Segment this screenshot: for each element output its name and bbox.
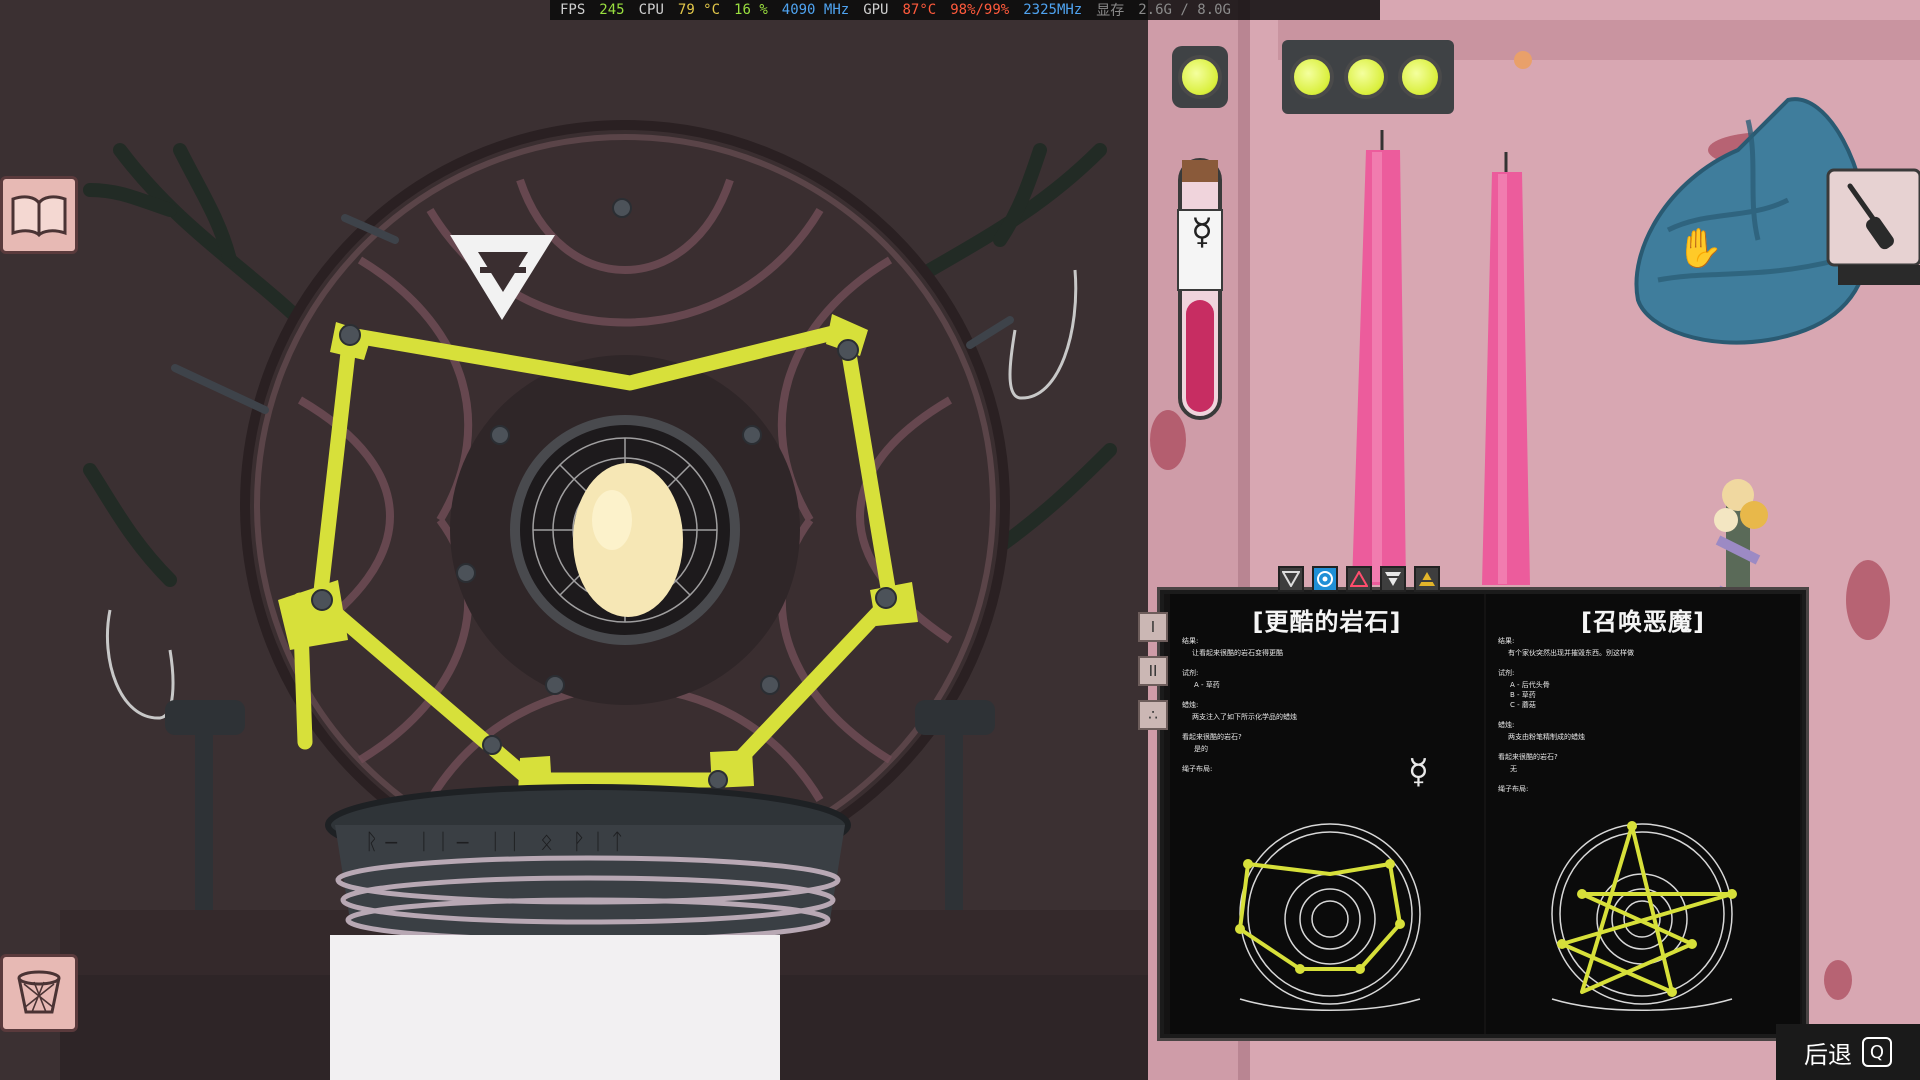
rope-layout-diagram-left (1235, 823, 1421, 1011)
cpu-usage: 16 % (734, 2, 768, 18)
rope-label: 绳子布局: (1498, 785, 1529, 793)
vram-label: 显存 (1096, 3, 1125, 19)
cool-rock-label: 看起来很酷的岩石? (1498, 753, 1558, 761)
book-tab-1[interactable]: I (1138, 612, 1168, 642)
fps-value: 245 (599, 2, 625, 18)
candles-text: 两支注入了如下所示化学品的蜡烛 (1192, 713, 1297, 721)
reagent-item: B - 草药 (1510, 691, 1536, 699)
performance-overlay: FPS 245 CPU 79 °C 16 % 4090 MHz GPU 87°C… (550, 0, 1380, 20)
recipe-title-left: [更酷的岩石] (1252, 608, 1402, 636)
candles-label: 蜡烛: (1498, 721, 1515, 729)
cool-rock-value: 是的 (1194, 745, 1208, 753)
indicator-light-1 (1178, 55, 1222, 99)
mercury-symbol-icon: ☿ (1190, 212, 1214, 253)
open-recipe-book-button[interactable] (0, 176, 78, 254)
element-tabs (1278, 566, 1440, 592)
reagents-label: 试剂: (1182, 669, 1199, 677)
cool-rock-value: 无 (1510, 765, 1517, 773)
earth-icon[interactable] (1312, 566, 1338, 592)
air-icon[interactable] (1380, 566, 1406, 592)
ritual-scene: ᚱ‒ ᛁᛁ‒ ᛁᛁ ᛟ ᚹᛁᛏ (0, 0, 1148, 1080)
rope-layout-diagram-right (1551, 821, 1737, 1011)
rope-label: 绳子布局: (1182, 765, 1213, 773)
book-side-tabs: I II ∴ (1138, 612, 1168, 730)
candles-label: 蜡烛: (1182, 701, 1199, 709)
mercury-symbol-icon: ☿ (1408, 752, 1429, 792)
aether-icon[interactable] (1414, 566, 1440, 592)
result-label: 结果: (1498, 637, 1515, 645)
gpu-label: GPU (863, 2, 889, 18)
result-text: 有个家伙突然出现并摧毁东西。别这样做 (1508, 649, 1634, 657)
result-label: 结果: (1182, 637, 1199, 645)
pedestal (330, 935, 780, 1080)
trash-button[interactable] (0, 954, 78, 1032)
recipe-title-right: [召唤恶魔] (1581, 608, 1705, 636)
reagent-item: A - 草药 (1194, 681, 1220, 689)
recipe-page-right: [召唤恶魔] 结果: 有个家伙突然出现并摧毁东西。别这样做 试剂: A - 后代… (1486, 594, 1800, 1034)
cpu-label: CPU (638, 2, 664, 18)
reagent-item: C - 蘑菇 (1510, 701, 1536, 709)
glowing-egg[interactable] (573, 463, 683, 617)
open-book-icon (11, 195, 67, 237)
indicator-light-2 (1290, 55, 1334, 99)
cool-rock-label: 看起来很酷的岩石? (1182, 733, 1242, 741)
back-key-hint: Q (1862, 1037, 1892, 1067)
cpu-temp: 79 °C (677, 2, 721, 18)
gpu-temp: 87°C (902, 2, 937, 18)
back-button[interactable]: 后退 Q (1776, 1024, 1920, 1080)
waste-basket-icon (17, 970, 61, 1014)
rune-text: ᚱ‒ ᛁᛁ‒ ᛁᛁ ᛟ ᚹᛁᛏ (365, 830, 630, 855)
reagent-item: A - 后代头骨 (1510, 681, 1550, 689)
fps-label: FPS (560, 2, 586, 18)
cpu-clock: 4090 MHz (781, 2, 850, 18)
gpu-usage: 98%/99% (950, 2, 1010, 18)
grab-hand-icon: ✋ (1676, 226, 1724, 270)
gpu-clock: 2325MHz (1023, 2, 1083, 18)
recipe-book[interactable]: [更酷的岩石] 结果: 让看起来很酷的岩石变得更酷 试剂: A - 草药 蜡烛:… (1160, 590, 1806, 1038)
ritual-table-illustration (0, 0, 1148, 1080)
book-tab-3[interactable]: ∴ (1138, 700, 1168, 730)
recipe-page-left: [更酷的岩石] 结果: 让看起来很酷的岩石变得更酷 试剂: A - 草药 蜡烛:… (1170, 594, 1484, 1034)
result-text: 让看起来很酷的岩石变得更酷 (1192, 649, 1283, 657)
water-icon[interactable] (1278, 566, 1304, 592)
reagents-label: 试剂: (1498, 669, 1515, 677)
back-label: 后退 (1804, 1040, 1852, 1069)
candles-text: 两支由粉笔精制成的蜡烛 (1508, 733, 1585, 741)
screwdriver-icon[interactable] (1844, 180, 1906, 256)
book-tab-2[interactable]: II (1138, 656, 1168, 686)
vram-value: 2.6G / 8.0G (1138, 2, 1231, 18)
indicator-light-4 (1398, 55, 1442, 99)
indicator-light-3 (1344, 55, 1388, 99)
fire-icon[interactable] (1346, 566, 1372, 592)
